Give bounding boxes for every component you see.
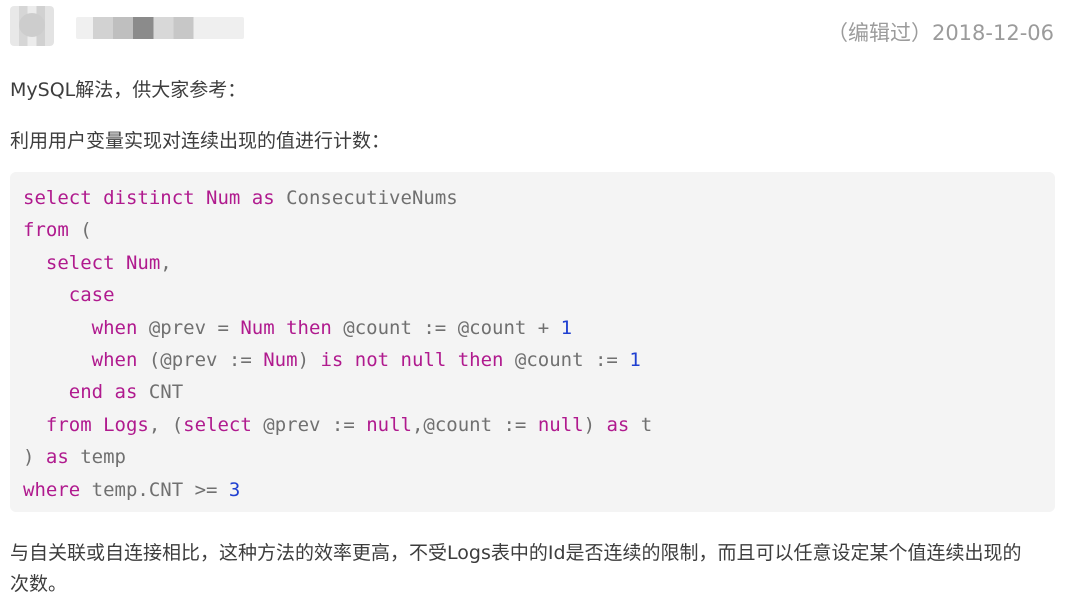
code-token: as — [606, 413, 630, 436]
code-token: select distinct Num as — [23, 187, 287, 209]
code-token: null — [366, 413, 412, 436]
summary-text-line-2: 次数。 — [10, 573, 68, 595]
code-token: t — [629, 413, 653, 436]
code-token: select Num — [23, 251, 161, 274]
code-token: 3 — [228, 478, 241, 501]
code-token: null — [537, 413, 584, 436]
avatar[interactable] — [10, 6, 54, 46]
code-token: as — [45, 446, 69, 469]
code-token: case — [23, 284, 115, 307]
summary-text-line-1: 与自关联或自连接相比，这种方法的效率更高，不受Logs表中的Id是否连续的限制，… — [10, 542, 1022, 564]
code-token: ) — [297, 348, 321, 371]
code-line: select distinct Num as ConsecutiveNums — [23, 182, 652, 214]
code-token: from Logs — [23, 413, 149, 436]
code-token: where — [23, 478, 81, 501]
code-token: temp.CNT >= — [80, 478, 229, 501]
code-token: @count := @count + — [331, 316, 561, 339]
code-token: ) — [583, 413, 607, 436]
code-token: , ( — [148, 413, 184, 436]
edited-date: （编辑过）2018-12-06 — [826, 21, 1054, 45]
code-token: 1 — [629, 348, 641, 371]
code-token: Num — [263, 348, 298, 371]
username-blurred[interactable] — [76, 17, 244, 39]
code-token: temp — [68, 446, 126, 469]
sql-code: select distinct Num as ConsecutiveNums fr… — [23, 182, 652, 506]
code-token: @prev = — [137, 316, 241, 339]
code-line: when (@prev := Num) is not null then @co… — [23, 344, 652, 376]
code-token: @prev := — [251, 413, 367, 436]
code-line: from Logs, (select @prev := null,@count … — [23, 409, 652, 441]
code-line: when @prev = Num then @count := @count +… — [23, 312, 652, 344]
code-line: ) as temp — [23, 441, 652, 473]
code-token: ,@count := — [411, 413, 538, 436]
code-token: end as — [23, 381, 149, 404]
code-token: Num then — [240, 316, 332, 339]
post-header: （编辑过）2018-12-06 — [8, 4, 1072, 52]
code-token: @count := — [503, 348, 630, 371]
code-token: from — [23, 219, 69, 242]
code-token: (@prev := — [137, 348, 264, 371]
intro-text-1: MySQL解法，供大家参考： — [10, 79, 247, 101]
code-line: end as CNT — [23, 376, 652, 408]
code-line: select Num, — [23, 247, 652, 279]
code-block: select distinct Num as ConsecutiveNums fr… — [10, 172, 1055, 512]
code-line: case — [23, 279, 652, 311]
code-token: ) — [23, 446, 46, 469]
code-token: ConsecutiveNums — [286, 187, 458, 209]
code-token: ( — [68, 219, 92, 242]
code-token: CNT — [148, 381, 184, 404]
code-token: when — [23, 316, 138, 339]
code-line: from ( — [23, 214, 652, 246]
code-token: select — [183, 413, 252, 436]
intro-text-2: 利用用户变量实现对连续出现的值进行计数： — [10, 130, 391, 152]
code-token: 1 — [560, 316, 573, 339]
code-token: is not null then — [320, 348, 504, 371]
code-line: where temp.CNT >= 3 — [23, 474, 652, 506]
code-token: when — [23, 348, 138, 371]
code-token: , — [160, 251, 172, 274]
